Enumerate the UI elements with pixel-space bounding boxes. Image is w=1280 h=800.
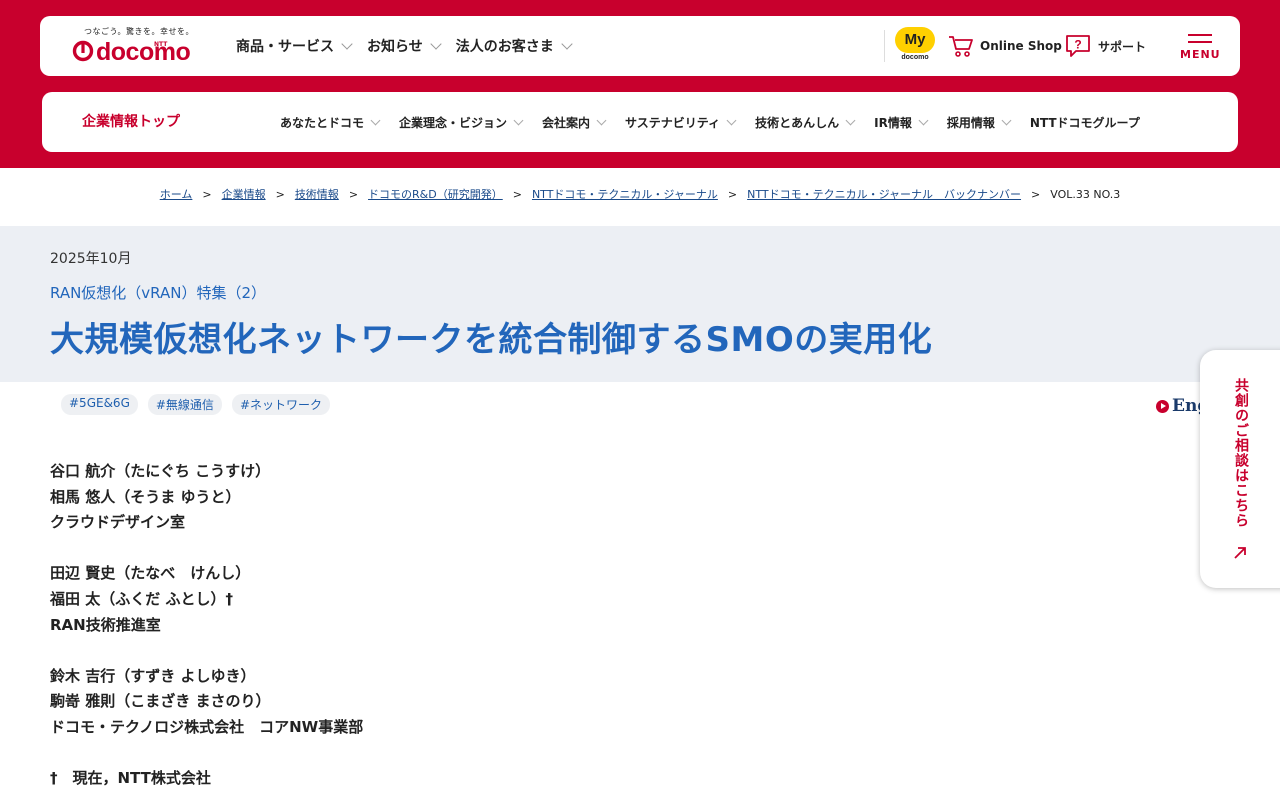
- breadcrumb: ホーム > 企業情報 > 技術情報 > ドコモのR&D（研究開発） > NTTド…: [0, 186, 1280, 202]
- help-question-icon: ?: [1066, 35, 1090, 57]
- nav-item-news[interactable]: お知らせ: [367, 36, 442, 56]
- author-line: 駒嵜 雅則（こまざき まさのり）: [50, 692, 271, 711]
- author-line: 福田 太（ふくだ ふとし）†: [50, 589, 233, 608]
- page-title: 大規模仮想化ネットワークを統合制御するSMOの実用化: [50, 320, 933, 360]
- cocreation-consult-label: 共創のご相談はこちら: [1233, 378, 1249, 528]
- chevron-down-icon: [596, 115, 607, 125]
- chevron-down-icon: [341, 38, 353, 50]
- article-date: 2025年10月: [50, 251, 132, 267]
- author-spacer: [50, 741, 363, 767]
- docomo-logo[interactable]: つなごう。驚きを。幸せを。 docomo NTT: [72, 24, 202, 70]
- author-footnote: † 現在，NTT株式会社: [50, 769, 211, 788]
- hamburger-icon: [1180, 34, 1220, 43]
- online-shop-label: Online Shop: [980, 39, 1062, 53]
- author-line: 田辺 賢史（たなべ けんし）: [50, 564, 251, 583]
- logo-tagline: つなごう。驚きを。幸せを。: [84, 27, 195, 36]
- breadcrumb-link-rd[interactable]: ドコモのR&D（研究開発）: [368, 186, 503, 202]
- subnav-item-technology[interactable]: 技術とあんしん: [755, 114, 856, 131]
- chevron-down-icon: [370, 115, 381, 125]
- chevron-down-icon: [513, 115, 524, 125]
- cocreation-consult-tab[interactable]: 共創のご相談はこちら: [1200, 350, 1280, 588]
- breadcrumb-current: VOL.33 NO.3: [1050, 187, 1121, 201]
- external-arrow-icon: [1234, 547, 1246, 559]
- breadcrumb-link-tech[interactable]: 技術情報: [295, 186, 339, 202]
- subnav-item-you-and-docomo[interactable]: あなたとドコモ: [280, 114, 381, 131]
- logo-ntt: NTT: [154, 41, 168, 48]
- breadcrumb-separator: >: [202, 187, 212, 201]
- play-arrow-icon: [1156, 399, 1169, 413]
- breadcrumb-separator: >: [1031, 187, 1041, 201]
- nav-item-products[interactable]: 商品・サービス: [236, 36, 353, 56]
- breadcrumb-link-journal[interactable]: NTTドコモ・テクニカル・ジャーナル: [532, 186, 718, 202]
- breadcrumb-separator: >: [348, 187, 359, 201]
- author-spacer: [50, 638, 363, 664]
- author-affiliation: クラウドデザイン室: [50, 513, 186, 532]
- corporate-subnav-list: あなたとドコモ 企業理念・ビジョン 会社案内 サステナビリティ 技術とあんしん …: [280, 92, 1160, 152]
- author-affiliation: RAN技術推進室: [50, 615, 161, 634]
- subnav-item-group[interactable]: NTTドコモグループ: [1030, 114, 1140, 131]
- chevron-down-icon: [918, 115, 929, 125]
- tag-list: #5GE&6G #無線通信 #ネットワーク: [61, 394, 340, 415]
- header-divider: [884, 30, 885, 62]
- menu-button[interactable]: MENU: [1180, 34, 1220, 64]
- article-header: 2025年10月 RAN仮想化（vRAN）特集（2） 大規模仮想化ネットワークを…: [0, 226, 1280, 382]
- menu-label: MENU: [1180, 48, 1221, 61]
- cart-icon: [949, 36, 973, 57]
- support-link[interactable]: ? サポート: [1064, 16, 1146, 76]
- my-docomo-button[interactable]: My docomo: [894, 27, 936, 67]
- my-docomo-label: My: [895, 27, 935, 53]
- author-spacer: [50, 536, 363, 562]
- breadcrumb-separator: >: [727, 187, 738, 201]
- author-line: 鈴木 吉行（すずき よしゆき）: [50, 666, 256, 685]
- author-line: 谷口 航介（たにぐち こうすけ）: [50, 462, 271, 480]
- nav-item-business[interactable]: 法人のお客さま: [456, 36, 573, 56]
- docomo-ring-icon: [72, 40, 94, 62]
- breadcrumb-link-home[interactable]: ホーム: [160, 186, 193, 202]
- breadcrumb-link-backnumber[interactable]: NTTドコモ・テクニカル・ジャーナル バックナンバー: [747, 186, 1021, 202]
- my-docomo-sub: docomo: [901, 54, 929, 61]
- subnav-item-ir[interactable]: IR情報: [874, 114, 929, 131]
- chevron-down-icon: [1001, 115, 1012, 125]
- corporate-subnav: 企業情報トップ あなたとドコモ 企業理念・ビジョン 会社案内 サステナビリティ …: [42, 92, 1238, 152]
- logo-wordmark: docomo: [96, 38, 191, 66]
- breadcrumb-separator: >: [512, 187, 522, 201]
- subnav-item-sustainability[interactable]: サステナビリティ: [625, 114, 737, 131]
- author-list: 谷口 航介（たにぐち こうすけ） 相馬 悠人（そうま ゆうと） クラウドデザイン…: [50, 459, 363, 792]
- chevron-down-icon: [430, 38, 442, 50]
- chevron-down-icon: [845, 115, 856, 125]
- support-label: サポート: [1098, 39, 1147, 54]
- subnav-item-company[interactable]: 会社案内: [542, 114, 607, 131]
- svg-text:?: ?: [1074, 38, 1081, 52]
- article-series: RAN仮想化（vRAN）特集（2）: [50, 284, 267, 302]
- online-shop-link[interactable]: Online Shop: [948, 16, 1062, 76]
- chevron-down-icon: [561, 38, 573, 50]
- chevron-down-icon: [726, 115, 737, 125]
- global-nav: 商品・サービス お知らせ 法人のお客さま: [236, 16, 587, 76]
- tag-wireless[interactable]: #無線通信: [147, 394, 222, 415]
- author-affiliation: ドコモ・テクノロジ株式会社 コアNW事業部: [50, 717, 364, 736]
- tag-network[interactable]: #ネットワーク: [231, 394, 330, 415]
- tag-5ge-6g[interactable]: #5GE&6G: [61, 394, 138, 415]
- breadcrumb-separator: >: [275, 187, 285, 201]
- subnav-item-philosophy[interactable]: 企業理念・ビジョン: [399, 114, 524, 131]
- breadcrumb-link-corporate[interactable]: 企業情報: [222, 186, 266, 202]
- author-line: 相馬 悠人（そうま ゆうと）: [50, 487, 241, 506]
- subnav-item-recruit[interactable]: 採用情報: [947, 114, 1012, 131]
- global-header: つなごう。驚きを。幸せを。 docomo NTT 商品・サービス お知らせ 法人…: [40, 16, 1240, 76]
- corporate-top-link[interactable]: 企業情報トップ: [82, 92, 180, 152]
